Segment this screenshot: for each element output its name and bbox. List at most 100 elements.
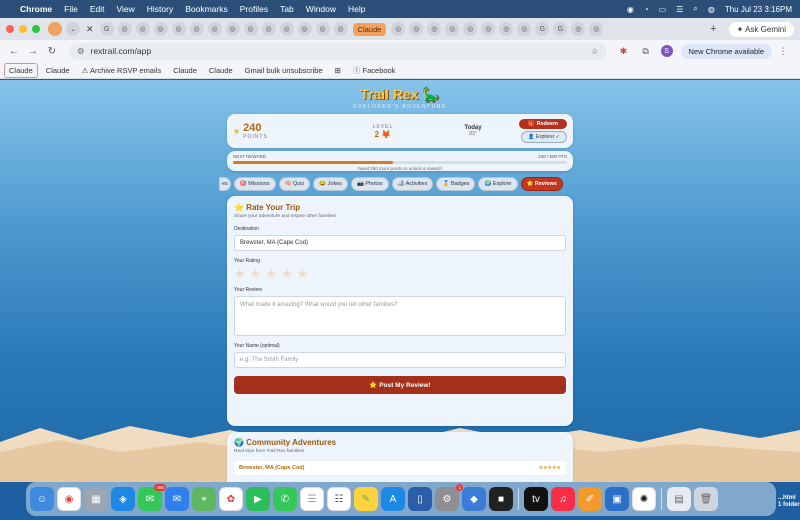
menu-tab[interactable]: Tab (280, 4, 294, 14)
tab-claude-active[interactable]: Claude (352, 22, 387, 36)
reload-icon[interactable]: ↻ (44, 46, 60, 57)
tab-photos[interactable]: 📷 Photos (351, 177, 389, 191)
openai-icon[interactable]: ✺ (632, 487, 656, 511)
explorer-profile-button[interactable]: 👤 Explorer ✓ (521, 131, 567, 143)
apps-grid-icon[interactable]: ⊞ (331, 64, 345, 77)
tab-favicon[interactable]: ◎ (297, 22, 312, 36)
rating-star-4-icon[interactable]: ★ (281, 267, 293, 280)
community-review-item[interactable]: Brewster, MA (Cape Cod) ★★★★★ (234, 461, 566, 475)
pages-icon[interactable]: ✐ (578, 487, 602, 511)
tab-favicon[interactable]: ◎ (589, 22, 604, 36)
app-icon[interactable]: ◆ (462, 487, 486, 511)
rating-star-5-icon[interactable]: ★ (297, 267, 309, 280)
extension-icon[interactable]: ✱ (616, 46, 632, 57)
tab-favicon[interactable]: ◎ (517, 22, 532, 36)
wifi-icon[interactable]: ◔ (644, 5, 649, 14)
trash-icon[interactable]: 🗑 (694, 487, 718, 511)
tab-search-icon[interactable]: ⌄ (66, 22, 80, 36)
tab-favicon[interactable]: ◎ (409, 22, 424, 36)
tab-activities[interactable]: 🏕 Activities (391, 177, 434, 191)
notes-icon[interactable]: ✎ (354, 487, 378, 511)
tab-favicon[interactable]: ◎ (207, 22, 222, 36)
tab-quiz[interactable]: 🧠 Quiz (278, 177, 311, 191)
name-input[interactable]: e.g. The Smith Family (234, 352, 566, 368)
bookmark-star-icon[interactable]: ☆ (591, 46, 599, 57)
finder-icon[interactable]: ☺ (30, 487, 54, 511)
tab-reviews[interactable]: ⭐ Reviews (520, 177, 563, 191)
close-window-icon[interactable] (6, 25, 14, 33)
tab-favicon[interactable]: ◎ (445, 22, 460, 36)
forward-icon[interactable]: → (25, 46, 41, 57)
tab-favicon[interactable]: ◎ (427, 22, 442, 36)
redeem-button[interactable]: 🎁 Redeem (519, 119, 567, 129)
chrome-icon[interactable]: ◉ (57, 487, 81, 511)
phone-icon[interactable]: ✆ (273, 487, 297, 511)
system-settings-icon[interactable]: ⚙ 1 (435, 484, 463, 511)
tab-favicon[interactable]: ◎ (153, 22, 168, 36)
control-center-icon[interactable]: ☰ (676, 5, 683, 14)
close-tab-icon[interactable]: ✕ (86, 24, 94, 35)
new-tab-icon[interactable]: + (710, 23, 716, 35)
post-review-button[interactable]: ⭐ Post My Review! (234, 376, 566, 394)
tab-favicon[interactable]: ◎ (189, 22, 204, 36)
menu-view[interactable]: View (116, 4, 134, 14)
menu-edit[interactable]: Edit (90, 4, 105, 14)
extensions-puzzle-icon[interactable]: ⧉ (638, 46, 654, 57)
apple-tv-icon[interactable]: tv (524, 487, 548, 511)
tab-favicon[interactable]: ◎ (243, 22, 258, 36)
fullscreen-window-icon[interactable] (32, 25, 40, 33)
profile-avatar[interactable]: S (660, 45, 673, 57)
rating-star-2-icon[interactable]: ★ (250, 267, 262, 280)
tab-favicon[interactable]: ◎ (499, 22, 514, 36)
bookmark-claude[interactable]: Claude (42, 64, 74, 77)
bookmark-claude[interactable]: Claude (169, 64, 201, 77)
tab-favicon[interactable]: ◎ (571, 22, 586, 36)
tab-favicon[interactable]: ◎ (391, 22, 406, 36)
google-tab-icon[interactable]: G (99, 22, 114, 36)
destination-input[interactable]: Brewster, MA (Cape Cod) (234, 235, 566, 251)
roblox-icon[interactable]: ■ (489, 487, 513, 511)
tab-favicon[interactable]: ◎ (171, 22, 186, 36)
more-menu-icon[interactable]: ⋮ (775, 46, 791, 57)
bookmark-archive-rsvp[interactable]: ⚠ Archive RSVP emails (78, 64, 166, 77)
address-bar[interactable]: ⚙ rextrail.com/app ☆ (69, 42, 607, 60)
contacts-icon[interactable]: ☰ (300, 487, 324, 511)
review-textarea[interactable]: What made it amazing? What would you tel… (234, 296, 566, 336)
tab-favicon[interactable]: ◎ (463, 22, 478, 36)
tab-favicon[interactable]: ◎ (135, 22, 150, 36)
launchpad-icon[interactable]: ▦ (84, 487, 108, 511)
minimize-window-icon[interactable] (19, 25, 27, 33)
simulator-icon[interactable]: ▯ (408, 487, 432, 511)
music-icon[interactable]: ♫ (551, 487, 575, 511)
tab-favicon[interactable]: ◎ (279, 22, 294, 36)
menu-app-name[interactable]: Chrome (20, 4, 52, 14)
tab-favicon[interactable]: ◎ (225, 22, 240, 36)
claude-tab-icon[interactable] (48, 22, 62, 36)
reminders-icon[interactable]: ☷ (327, 487, 351, 511)
menu-profiles[interactable]: Profiles (240, 4, 268, 14)
google-tab-icon[interactable]: G (535, 22, 550, 36)
rating-star-1-icon[interactable]: ★ (234, 267, 246, 280)
downloads-folder-icon[interactable]: ▤ (667, 487, 691, 511)
tab-favicon[interactable]: ◎ (333, 22, 348, 36)
tab-favicon[interactable]: ◎ (481, 22, 496, 36)
tab-favicon[interactable]: ◎ (117, 22, 132, 36)
bookmark-claude[interactable]: Claude (205, 64, 237, 77)
tab-explore[interactable]: 🌍 Explore (478, 177, 518, 191)
menu-bookmarks[interactable]: Bookmarks (185, 4, 228, 14)
bookmark-gmail-unsubscribe[interactable]: Gmail bulk unsubscribe (241, 64, 327, 77)
menu-window[interactable]: Window (306, 4, 336, 14)
mail-icon[interactable]: ✉ (165, 487, 189, 511)
bookmark-claude[interactable]: Claude (4, 62, 38, 78)
tab-favicon[interactable]: ◎ (261, 22, 276, 36)
back-icon[interactable]: ← (6, 46, 22, 57)
menu-history[interactable]: History (147, 4, 173, 14)
google-tab-icon[interactable]: G (553, 22, 568, 36)
app-store-icon[interactable]: A (381, 487, 405, 511)
menubar-clock[interactable]: Thu Jul 23 3:16PM (725, 5, 792, 14)
facetime-icon[interactable]: ▶ (246, 487, 270, 511)
search-icon[interactable]: ⌕ (693, 4, 697, 14)
tab-badges[interactable]: 🏅 Badges (436, 177, 476, 191)
siri-icon[interactable]: ◍ (708, 5, 715, 14)
battery-icon[interactable]: ▭ (659, 5, 667, 14)
